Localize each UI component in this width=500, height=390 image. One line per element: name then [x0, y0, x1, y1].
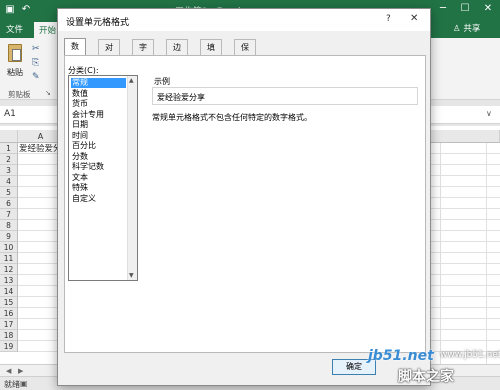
category-item[interactable]: 时间 — [71, 131, 126, 141]
row-header[interactable]: 19 — [0, 341, 18, 352]
tab-number[interactable]: 数字 — [64, 38, 86, 66]
tab-alignment[interactable]: 对齐 — [98, 39, 120, 67]
tab-fill[interactable]: 填充 — [200, 39, 222, 67]
category-list[interactable]: 常规 数值 货币 会计专用 日期 时间 百分比 分数 科学记数 文本 特殊 自定义 ▲ ▼ — [68, 75, 138, 281]
paste-button-label[interactable]: 粘贴 — [7, 67, 23, 78]
row-header[interactable]: 7 — [0, 209, 18, 220]
copy-icon[interactable]: ⎘ — [32, 58, 42, 68]
row-header[interactable]: 10 — [0, 242, 18, 253]
row-header[interactable]: 13 — [0, 275, 18, 286]
paste-icon[interactable] — [8, 44, 22, 62]
sample-label: 示例 — [154, 77, 170, 86]
select-all-corner[interactable] — [0, 130, 18, 143]
row-header[interactable]: 12 — [0, 264, 18, 275]
minimize-button[interactable]: ─ — [436, 2, 450, 16]
row-header[interactable]: 16 — [0, 308, 18, 319]
status-ready: 就绪 — [4, 380, 20, 389]
row-header[interactable]: 6 — [0, 198, 18, 209]
row-header[interactable]: 2 — [0, 154, 18, 165]
category-item[interactable]: 自定义 — [71, 194, 126, 204]
category-item[interactable]: 科学记数 — [71, 162, 126, 172]
expand-formula-bar-icon[interactable]: ∨ — [486, 109, 492, 118]
share-label: 共享 — [463, 24, 481, 34]
cut-icon[interactable]: ✂ — [32, 44, 42, 54]
name-box[interactable]: A1 — [4, 109, 16, 119]
category-item[interactable]: 常规 — [71, 78, 126, 88]
row-header[interactable]: 14 — [0, 286, 18, 297]
category-item[interactable]: 文本 — [71, 173, 126, 183]
category-item[interactable]: 日期 — [71, 120, 126, 130]
format-painter-icon[interactable]: ✎ — [32, 72, 42, 82]
row-header[interactable]: 5 — [0, 187, 18, 198]
row-header[interactable]: 15 — [0, 297, 18, 308]
clipboard-group-label: 剪贴板 — [8, 90, 31, 99]
sample-box: 爱经验爱分享 — [152, 87, 418, 105]
format-cells-dialog: 设置单元格格式 ? ✕ 数字 对齐 字体 边框 填充 保护 分类(C): 常规数… — [57, 8, 431, 386]
watermark-name: 脚本之家 — [398, 369, 454, 385]
row-header[interactable]: 1 — [0, 143, 18, 154]
scroll-down-icon[interactable]: ▼ — [129, 272, 134, 279]
tab-border[interactable]: 边框 — [166, 39, 188, 67]
save-icon[interactable]: ▣ — [4, 4, 16, 16]
scroll-right-icon[interactable]: ▶ — [18, 367, 26, 375]
sample-value: 爱经验爱分享 — [157, 93, 205, 102]
help-button[interactable]: ? — [386, 14, 391, 24]
quick-access-toolbar: ▣ ↶ — [4, 4, 32, 16]
undo-icon[interactable]: ↶ — [20, 4, 32, 16]
tab-file[interactable]: 文件 — [6, 23, 23, 35]
dialog-title-bar: 设置单元格格式 ? ✕ — [58, 9, 430, 31]
row-header[interactable]: 17 — [0, 319, 18, 330]
person-icon: ♙ — [453, 24, 461, 34]
tab-protection[interactable]: 保护 — [234, 39, 256, 67]
dialog-close-button[interactable]: ✕ — [410, 13, 418, 24]
row-header[interactable]: 11 — [0, 253, 18, 264]
scroll-up-icon[interactable]: ▲ — [129, 77, 134, 84]
watermark-site: jb51.net — [368, 348, 434, 364]
row-header[interactable]: 18 — [0, 330, 18, 341]
category-item[interactable]: 百分比 — [71, 141, 126, 151]
row-header[interactable]: 8 — [0, 220, 18, 231]
gridline — [440, 143, 441, 364]
category-item[interactable]: 货币 — [71, 99, 126, 109]
category-item[interactable]: 特殊 — [71, 183, 126, 193]
watermark-url: www.jb51.net — [440, 350, 500, 360]
scroll-left-icon[interactable]: ◀ — [6, 367, 14, 375]
share-button[interactable]: ♙ 共享 — [453, 22, 497, 38]
category-item[interactable]: 会计专用 — [71, 110, 126, 120]
tab-font[interactable]: 字体 — [132, 39, 154, 67]
category-scrollbar[interactable]: ▲ ▼ — [127, 76, 137, 280]
gridline — [486, 143, 487, 364]
category-item[interactable]: 分数 — [71, 152, 126, 162]
row-header[interactable]: 9 — [0, 231, 18, 242]
close-window-button[interactable]: ✕ — [481, 2, 495, 16]
row-header[interactable]: 4 — [0, 176, 18, 187]
row-header[interactable]: 3 — [0, 165, 18, 176]
macro-record-icon[interactable]: ▣ — [20, 379, 28, 388]
format-description: 常规单元格格式不包含任何特定的数字格式。 — [152, 113, 312, 122]
maximize-button[interactable]: ☐ — [458, 2, 472, 16]
dialog-title: 设置单元格格式 — [66, 18, 130, 28]
category-item[interactable]: 数值 — [71, 89, 126, 99]
dialog-launcher-icon[interactable]: ↘ — [45, 89, 51, 97]
